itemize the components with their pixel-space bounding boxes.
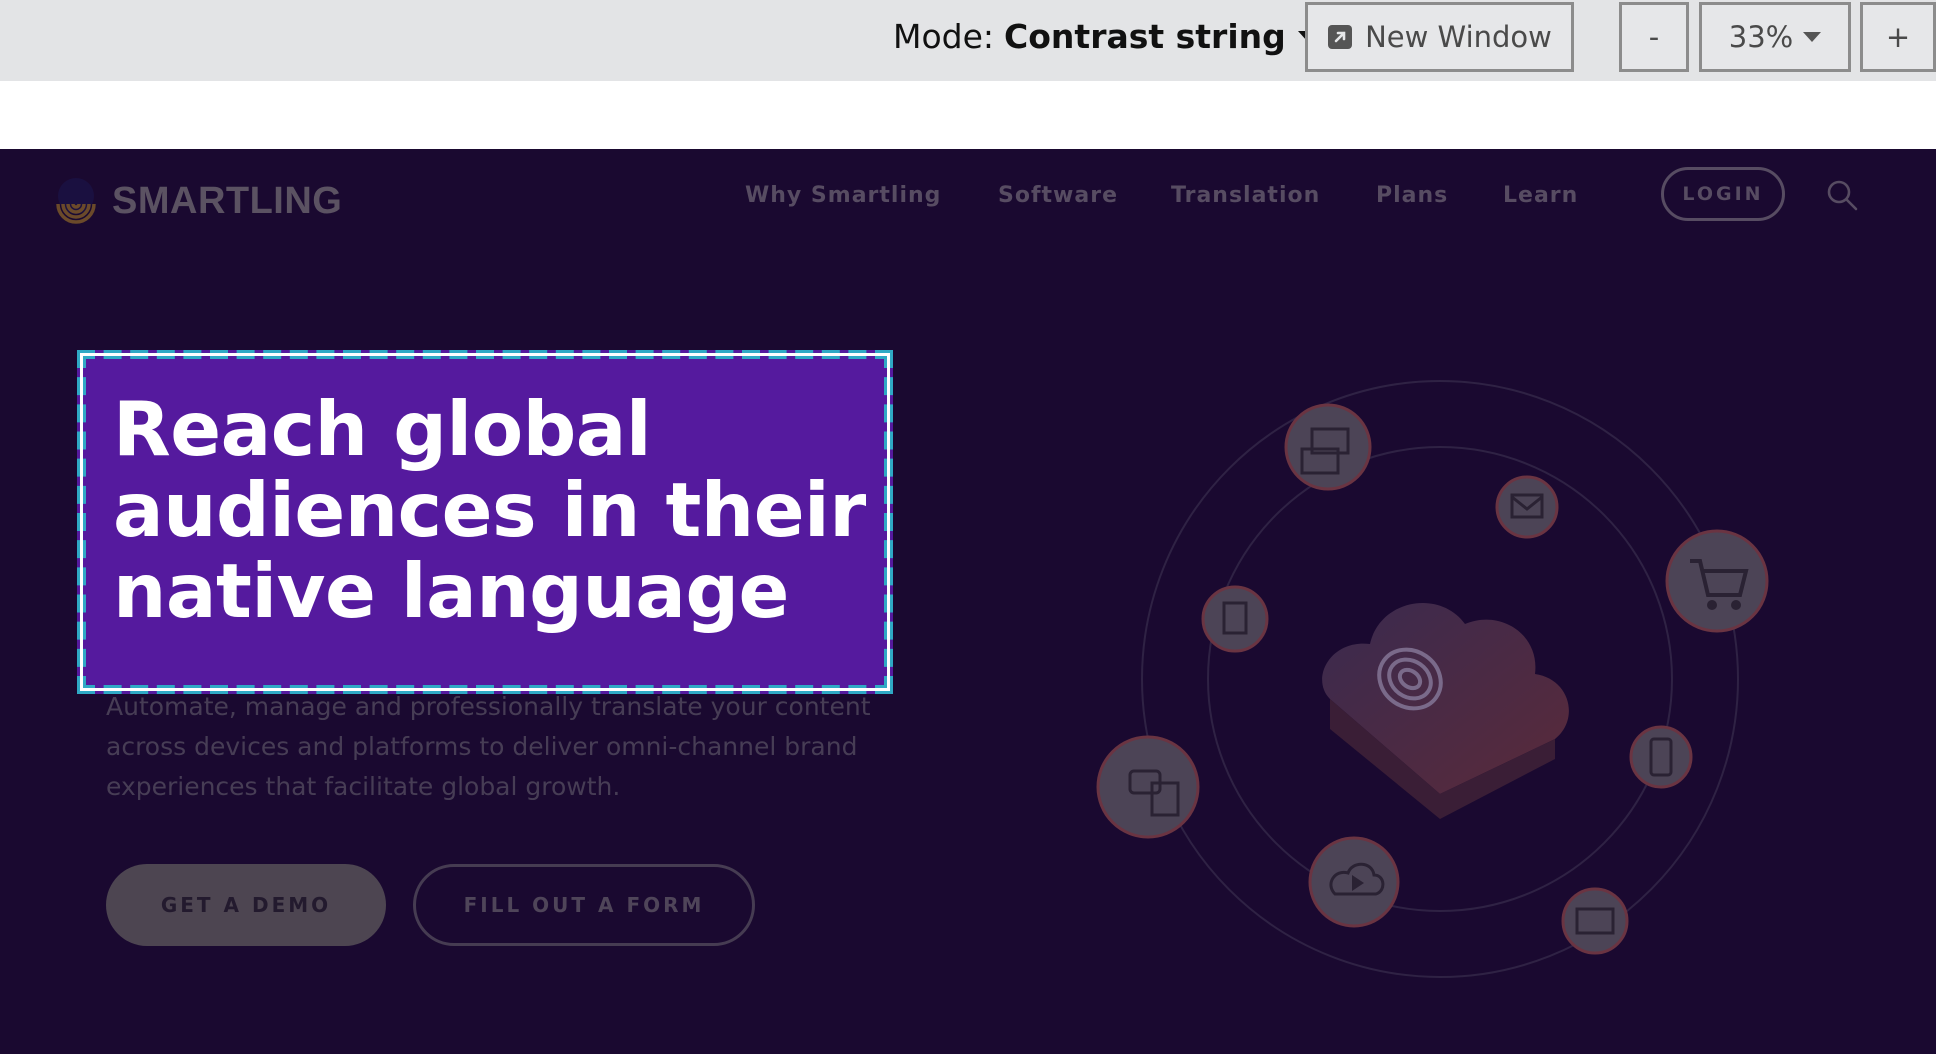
zoom-level-dropdown[interactable]: 33% (1699, 2, 1851, 72)
hero-title: Reach global audiences in their native l… (113, 385, 866, 635)
zoom-out-button[interactable]: - (1619, 2, 1689, 72)
nav-item-plans[interactable]: Plans (1376, 183, 1448, 208)
get-demo-label: GET A DEMO (160, 893, 332, 917)
zoom-out-label: - (1648, 20, 1660, 54)
mode-value: Contrast string (1004, 16, 1286, 56)
subtitles-screen-icon (1561, 887, 1629, 955)
new-window-label: New Window (1365, 20, 1552, 54)
search-icon[interactable] (1826, 179, 1858, 211)
nav-item-translation[interactable]: Translation (1171, 183, 1320, 208)
mobile-app-icon (1629, 725, 1693, 789)
login-button[interactable]: LOGIN (1661, 167, 1785, 221)
nav-item-why-smartling[interactable]: Why Smartling (745, 183, 941, 208)
zoom-in-label: + (1885, 20, 1911, 54)
highlighted-heading-box: Reach global audiences in their native l… (77, 350, 893, 694)
mode-dropdown[interactable]: Mode: Contrast string (893, 14, 1316, 58)
login-label: LOGIN (1682, 183, 1764, 205)
page-preview: SMARTLING Why Smartling Software Transla… (0, 149, 1936, 1054)
toolbar: Mode: Contrast string New Window - 33% + (0, 0, 1936, 81)
shopping-cart-icon (1665, 529, 1769, 633)
video-cloud-icon (1308, 836, 1400, 928)
translate-screens-icon (1284, 403, 1372, 491)
fill-out-form-button[interactable]: FILL OUT A FORM (413, 864, 755, 946)
main-nav: Why Smartling Software Translation Plans… (0, 183, 1936, 223)
nav-item-software[interactable]: Software (998, 183, 1118, 208)
cloud-fingerprint-icon (1322, 602, 1569, 819)
new-window-button[interactable]: New Window (1305, 2, 1574, 72)
zoom-in-button[interactable]: + (1860, 2, 1936, 72)
get-demo-button[interactable]: GET A DEMO (106, 864, 386, 946)
zoom-level-value: 33% (1728, 20, 1794, 54)
caret-down-icon (1803, 32, 1822, 42)
chat-documents-icon (1096, 735, 1200, 839)
fill-out-form-label: FILL OUT A FORM (463, 893, 705, 917)
email-icon (1495, 475, 1559, 539)
hero-subtitle: Automate, manage and professionally tran… (106, 692, 871, 801)
mode-label: Mode: (893, 16, 995, 56)
document-icon (1201, 585, 1269, 653)
cloud-orbit-illustration (1096, 380, 1769, 978)
nav-item-learn[interactable]: Learn (1503, 183, 1578, 208)
new-window-icon (1328, 25, 1353, 49)
